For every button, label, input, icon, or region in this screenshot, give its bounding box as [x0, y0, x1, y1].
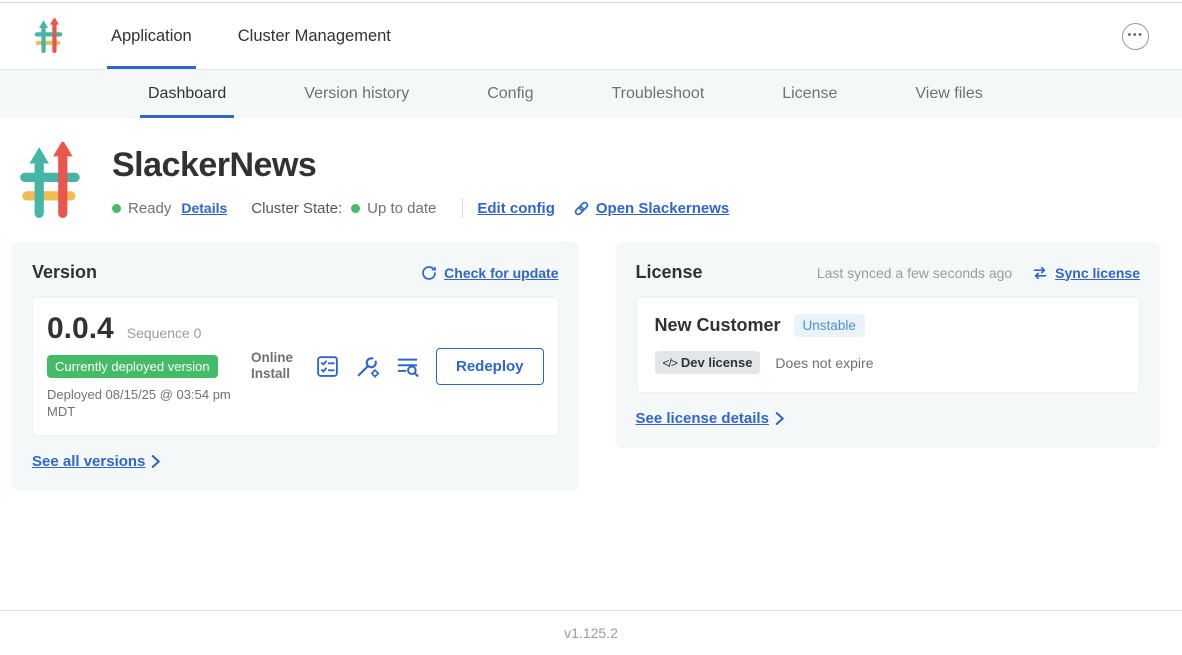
subnav-item-license[interactable]: License: [780, 70, 839, 118]
subnav-item-view-files-label: View files: [915, 85, 982, 103]
version-actions: [315, 354, 420, 379]
top-tabs: Application Cluster Management: [107, 3, 433, 69]
tab-application[interactable]: Application: [107, 3, 196, 69]
subnav-item-troubleshoot-label: Troubleshoot: [611, 85, 704, 103]
see-license-details-link[interactable]: See license details: [636, 410, 785, 427]
install-type-label: Online Install: [251, 350, 303, 384]
deployed-badge: Currently deployed version: [47, 355, 218, 378]
sync-license-link[interactable]: Sync license: [1032, 265, 1140, 281]
app-status-dot: [112, 204, 121, 213]
version-card-header: Version Check for update: [32, 262, 559, 283]
license-panel: New Customer Unstable </> Dev license Do…: [636, 297, 1140, 393]
license-card-header: License Last synced a few seconds ago: [636, 262, 1140, 283]
cluster-state-dot: [351, 204, 360, 213]
subnav-item-version-history[interactable]: Version history: [302, 70, 411, 118]
open-app-link[interactable]: Open Slackernews: [573, 200, 729, 217]
cluster-state-label: Cluster State:: [251, 200, 342, 217]
open-link-label: Open Slackernews: [596, 200, 729, 217]
app-header-text: SlackerNews Ready Details Cluster State:…: [112, 142, 729, 218]
version-card-title: Version: [32, 262, 97, 283]
more-options-button[interactable]: •••: [1122, 23, 1149, 50]
tab-application-label: Application: [111, 27, 192, 46]
subnav-item-troubleshoot[interactable]: Troubleshoot: [609, 70, 706, 118]
channel-badge: Unstable: [794, 314, 865, 337]
app-subnav: Dashboard Version history Config Trouble…: [0, 70, 1182, 118]
main-content: SlackerNews Ready Details Cluster State:…: [0, 118, 1182, 610]
sync-license-label: Sync license: [1055, 265, 1140, 281]
ellipsis-icon: •••: [1127, 30, 1143, 41]
version-number: 0.0.4: [47, 312, 114, 346]
app-status-text: Ready: [128, 200, 171, 217]
version-info: 0.0.4 Sequence 0 Currently deployed vers…: [47, 312, 251, 421]
tab-cluster-management[interactable]: Cluster Management: [234, 3, 395, 69]
last-synced-text: Last synced a few seconds ago: [817, 265, 1012, 281]
chevron-right-icon: [150, 454, 161, 469]
license-type-label: Dev license: [681, 355, 753, 370]
subnav-item-license-label: License: [782, 85, 837, 103]
config-wrench-icon[interactable]: [355, 354, 380, 379]
version-card: Version Check for update: [12, 242, 579, 491]
license-type-badge: </> Dev license: [655, 351, 761, 374]
subnav-item-dashboard[interactable]: Dashboard: [146, 70, 228, 118]
refresh-icon: [421, 265, 437, 281]
page: Application Cluster Management ••• Dashb…: [0, 0, 1182, 655]
divider: [462, 198, 463, 218]
page-title: SlackerNews: [112, 146, 729, 185]
current-version-panel: 0.0.4 Sequence 0 Currently deployed vers…: [32, 297, 559, 436]
redeploy-button[interactable]: Redeploy: [436, 348, 544, 385]
sequence-label: Sequence 0: [127, 325, 202, 341]
sync-icon: [1032, 265, 1048, 281]
code-icon: </>: [663, 356, 677, 370]
tab-cluster-management-label: Cluster Management: [238, 27, 391, 46]
slackernews-logo-icon: [34, 18, 64, 54]
cluster-state-value: Up to date: [367, 200, 436, 217]
license-card: License Last synced a few seconds ago: [616, 242, 1160, 448]
open-link-icon: [573, 200, 590, 217]
preflight-checks-icon[interactable]: [315, 354, 340, 379]
check-for-update-label: Check for update: [444, 265, 558, 281]
subnav-item-view-files[interactable]: View files: [913, 70, 984, 118]
deployed-timestamp: Deployed 08/15/25 @ 03:54 pm MDT: [47, 387, 237, 421]
subnav-item-version-history-label: Version history: [304, 85, 409, 103]
details-link[interactable]: Details: [181, 200, 227, 216]
see-all-versions-label: See all versions: [32, 453, 145, 470]
edit-config-link[interactable]: Edit config: [477, 200, 555, 217]
see-all-versions-link[interactable]: See all versions: [32, 453, 161, 470]
status-row: Ready Details Cluster State: Up to date …: [112, 198, 729, 218]
app-header: SlackerNews Ready Details Cluster State:…: [0, 118, 1182, 220]
subnav-item-config-label: Config: [487, 85, 533, 103]
license-card-title: License: [636, 262, 703, 283]
slackernews-logo-large: [20, 142, 82, 220]
subnav-item-dashboard-label: Dashboard: [148, 85, 226, 103]
chevron-right-icon: [774, 411, 785, 426]
see-license-details-label: See license details: [636, 410, 769, 427]
console-version: v1.125.2: [564, 625, 618, 641]
dashboard-cards: Version Check for update: [0, 220, 1182, 491]
deploy-logs-icon[interactable]: [395, 354, 420, 379]
subnav-item-config[interactable]: Config: [485, 70, 535, 118]
check-for-update-link[interactable]: Check for update: [421, 265, 558, 281]
license-expiry: Does not expire: [775, 355, 873, 371]
footer: v1.125.2: [0, 610, 1182, 655]
top-bar: Application Cluster Management •••: [0, 3, 1182, 70]
customer-name: New Customer: [655, 315, 781, 336]
